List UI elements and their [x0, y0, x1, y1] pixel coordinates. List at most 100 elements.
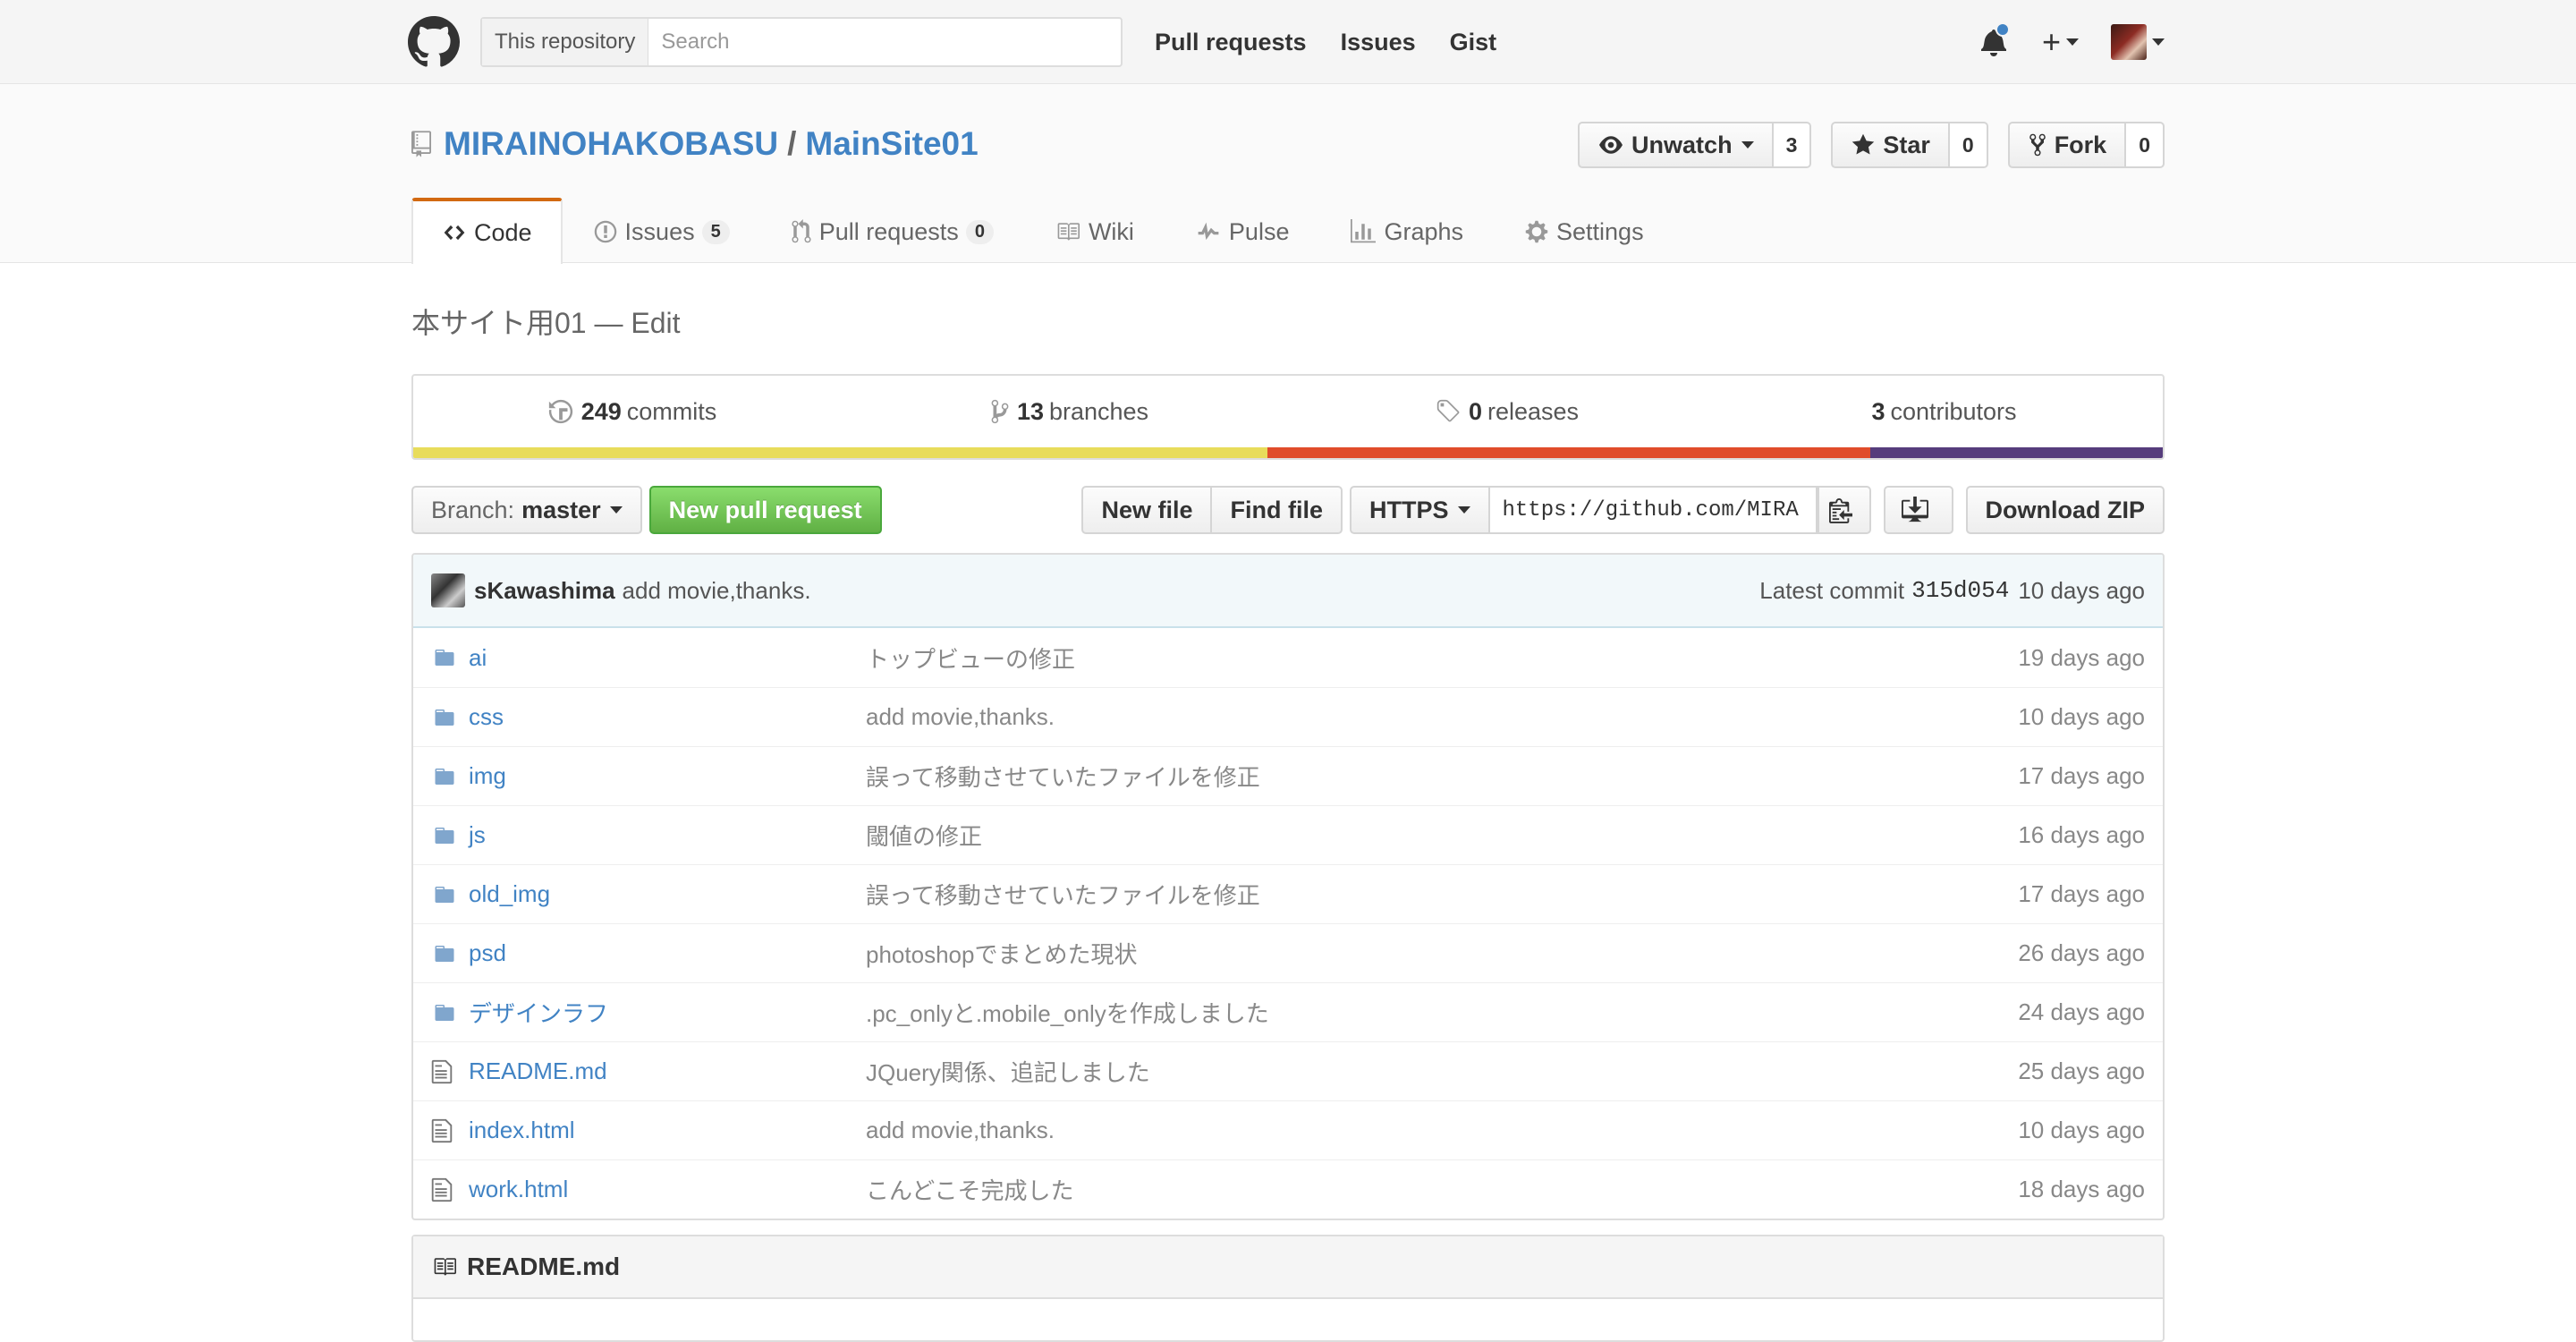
eye-icon [1599, 136, 1623, 154]
file-commit-message[interactable]: .pc_onlyと.mobile_onlyを作成しました [866, 996, 2018, 1029]
fork-group: Fork 0 [2007, 122, 2165, 168]
tab-pull-requests[interactable]: Pull requests 0 [760, 198, 1024, 264]
protocol-select-button[interactable]: HTTPS [1349, 486, 1490, 534]
github-logo-icon[interactable] [407, 15, 461, 69]
commit-age: 10 days ago [2018, 576, 2145, 604]
plus-icon: + [2041, 23, 2061, 60]
new-pull-request-button[interactable]: New pull request [648, 486, 882, 534]
site-header: This repository Pull requests Issues Gis… [0, 0, 2576, 84]
search-input[interactable] [648, 19, 1121, 65]
language-bar-segment[interactable] [1870, 447, 2163, 458]
file-age: 16 days ago [2018, 821, 2145, 848]
file-name-link[interactable]: index.html [469, 1117, 866, 1144]
star-count[interactable]: 0 [1949, 122, 1988, 168]
file-name-link[interactable]: css [469, 703, 866, 731]
file-name-link[interactable]: psd [469, 939, 866, 967]
commits-summary[interactable]: 249 commits [413, 376, 851, 447]
repo-title: MIRAINOHAKOBASU / MainSite01 [411, 125, 979, 163]
tab-settings[interactable]: Settings [1494, 198, 1674, 264]
commit-sha[interactable]: 315d054 [1911, 577, 2009, 604]
folder-icon [431, 943, 462, 964]
tab-graphs[interactable]: Graphs [1319, 198, 1494, 264]
file-commit-message[interactable]: add movie,thanks. [866, 1117, 2018, 1144]
repo-owner-link[interactable]: MIRAINOHAKOBASU [444, 125, 778, 163]
readme-title[interactable]: README.md [467, 1253, 620, 1281]
watch-count[interactable]: 3 [1773, 122, 1812, 168]
file-age: 19 days ago [2018, 643, 2145, 671]
language-bar-segment[interactable] [413, 447, 1267, 458]
file-commit-message[interactable]: こんどこそ完成した [866, 1173, 2018, 1206]
branch-icon [991, 399, 1009, 424]
find-file-button[interactable]: Find file [1212, 486, 1343, 534]
tab-pulse[interactable]: Pulse [1165, 198, 1320, 264]
language-bar-segment[interactable] [1267, 447, 1871, 458]
releases-count: 0 [1468, 397, 1482, 425]
file-name-link[interactable]: old_img [469, 880, 866, 908]
pull-requests-counter: 0 [965, 219, 994, 244]
tab-label: Code [474, 218, 532, 246]
notifications-bell-icon[interactable] [1976, 22, 2012, 60]
open-desktop-button[interactable] [1883, 486, 1953, 534]
user-menu[interactable] [2111, 24, 2165, 60]
file-name-link[interactable]: デザインラフ [469, 996, 866, 1029]
file-commit-message[interactable]: トップビューの修正 [866, 641, 2018, 675]
commit-meta: Latest commit 315d054 10 days ago [1759, 577, 2145, 605]
file-commit-message[interactable]: 誤って移動させていたファイルを修正 [866, 878, 2018, 911]
search-scope-badge[interactable]: This repository [482, 19, 649, 65]
nav-issues[interactable]: Issues [1341, 29, 1416, 56]
branches-summary[interactable]: 13 branches [851, 376, 1288, 447]
top-nav: Pull requests Issues Gist [1155, 29, 1530, 56]
copy-url-button[interactable] [1817, 486, 1871, 534]
commit-message[interactable]: add movie,thanks. [623, 577, 811, 605]
file-name-link[interactable]: img [469, 762, 866, 790]
nav-gist[interactable]: Gist [1450, 29, 1497, 56]
create-new-menu[interactable]: + [2042, 23, 2079, 61]
contributors-count: 3 [1871, 397, 1885, 425]
star-button[interactable]: Star [1831, 122, 1950, 168]
fork-count[interactable]: 0 [2126, 122, 2165, 168]
file-commit-message[interactable]: add movie,thanks. [866, 703, 2018, 731]
table-row: img 誤って移動させていたファイルを修正 17 days ago [413, 746, 2163, 805]
avatar[interactable] [431, 573, 465, 607]
branch-select-button[interactable]: Branch: master [411, 486, 642, 534]
repo-description[interactable]: 本サイト用01 — Edit [411, 301, 681, 342]
file-commit-message[interactable]: 誤って移動させていたファイルを修正 [866, 760, 2018, 793]
table-row: old_img 誤って移動させていたファイルを修正 17 days ago [413, 864, 2163, 923]
star-label: Star [1883, 131, 1930, 158]
star-icon [1852, 133, 1875, 155]
folder-icon [431, 707, 462, 728]
notification-dot [1995, 22, 2010, 37]
file-commit-message[interactable]: JQuery関係、追記しました [866, 1055, 2018, 1088]
file-name-link[interactable]: js [469, 821, 866, 849]
commit-author[interactable]: sKawashima [474, 577, 615, 605]
language-bar[interactable] [413, 447, 2163, 458]
file-name-link[interactable]: README.md [469, 1057, 866, 1085]
file-commit-message[interactable]: photoshopでまとめた現状 [866, 937, 2018, 970]
file-name-link[interactable]: work.html [469, 1176, 866, 1203]
tab-wiki[interactable]: Wiki [1024, 198, 1165, 264]
nav-pull-requests[interactable]: Pull requests [1155, 29, 1307, 56]
file-navigation: Branch: master New pull request New file… [411, 485, 2165, 535]
chevron-down-icon [1741, 141, 1754, 149]
fork-button[interactable]: Fork [2007, 122, 2127, 168]
avatar [2111, 24, 2147, 60]
file-age: 25 days ago [2018, 1057, 2145, 1084]
protocol-label: HTTPS [1368, 496, 1449, 523]
file-name-link[interactable]: ai [469, 644, 866, 672]
table-row: デザインラフ .pc_onlyと.mobile_onlyを作成しました 24 day… [413, 982, 2163, 1041]
unwatch-button[interactable]: Unwatch [1578, 122, 1774, 168]
new-file-button[interactable]: New file [1081, 486, 1213, 534]
fork-icon [2029, 133, 2046, 157]
tab-issues[interactable]: Issues 5 [563, 198, 760, 264]
tab-code[interactable]: Code [411, 198, 563, 264]
file-text-icon [431, 1117, 462, 1144]
file-age: 24 days ago [2018, 998, 2145, 1025]
pulse-icon [1198, 222, 1219, 241]
download-zip-button[interactable]: Download ZIP [1965, 486, 2165, 534]
releases-summary[interactable]: 0 releases [1288, 376, 1725, 447]
file-commit-message[interactable]: 閾値の修正 [866, 819, 2018, 852]
contributors-summary[interactable]: 3 contributors [1725, 376, 2163, 447]
clippy-icon [1828, 498, 1852, 523]
clone-url-input[interactable] [1489, 486, 1818, 534]
repo-name-link[interactable]: MainSite01 [805, 125, 978, 163]
